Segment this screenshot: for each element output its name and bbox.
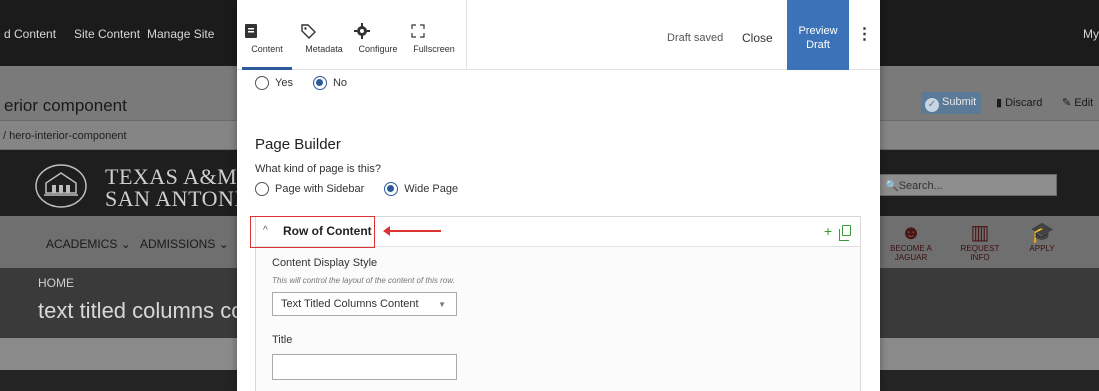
chevron-up-icon: ^ bbox=[263, 225, 268, 236]
row-of-content-toggle[interactable]: ^ Row of Content bbox=[250, 216, 375, 248]
quick-link-apply[interactable]: 🎓 APPLY bbox=[1022, 222, 1062, 253]
tab-metadata[interactable]: Metadata bbox=[299, 0, 349, 70]
tab-content[interactable]: Content bbox=[242, 0, 292, 70]
preview-label-line1: Preview bbox=[798, 25, 838, 37]
content-display-style-label: Content Display Style bbox=[272, 257, 378, 269]
books-icon: ▥ bbox=[970, 222, 990, 244]
submit-button[interactable]: ✓ Submit bbox=[921, 92, 981, 114]
quick-link-label: BECOME A JAGUAR bbox=[890, 244, 932, 262]
page-builder-heading: Page Builder bbox=[255, 136, 341, 153]
chevron-down-icon: ⌄ bbox=[218, 237, 229, 251]
title-label: Title bbox=[272, 334, 293, 346]
fullscreen-icon bbox=[411, 24, 425, 38]
copy-icon[interactable] bbox=[839, 225, 851, 241]
preview-draft-button[interactable]: Preview Draft bbox=[787, 0, 849, 70]
editor-toolbar: Content Metadata Configure Fullscreen Dr… bbox=[237, 0, 880, 70]
trash-icon: ▮ bbox=[996, 97, 1006, 109]
chevron-down-icon: ⌄ bbox=[120, 237, 131, 251]
university-logo-icon bbox=[35, 164, 87, 208]
jaguar-icon: ☻ bbox=[900, 222, 922, 244]
content-display-style-value: Text Titled Columns Content bbox=[281, 298, 419, 310]
menu-academics[interactable]: ACADEMICS ⌄ bbox=[46, 237, 131, 251]
search-icon: 🔍 bbox=[885, 180, 899, 192]
radio-yes-label: Yes bbox=[275, 77, 293, 89]
editor-content: Yes No Page Builder What kind of page is… bbox=[237, 70, 880, 391]
more-options-icon[interactable]: ⋮ bbox=[849, 0, 880, 70]
radio-yes[interactable] bbox=[255, 76, 269, 90]
graduation-cap-icon: 🎓 bbox=[1029, 222, 1055, 244]
radio-page-with-sidebar-label: Page with Sidebar bbox=[275, 183, 365, 195]
edit-label: Edit bbox=[1074, 97, 1094, 109]
page-title: erior component bbox=[4, 96, 127, 115]
row-of-content-section: + ^ Row of Content Content Display Style… bbox=[250, 216, 861, 391]
menu-admissions-label: ADMISSIONS bbox=[140, 237, 216, 251]
quick-link-become-a-jaguar[interactable]: ☻ BECOME A JAGUAR bbox=[880, 222, 942, 262]
yes-no-radio-group: Yes No bbox=[255, 76, 347, 90]
annotation-arrow bbox=[383, 226, 441, 236]
page-kind-radio-group: Page with Sidebar Wide Page bbox=[255, 182, 458, 196]
draft-status: Draft saved bbox=[667, 32, 724, 44]
nav-my[interactable]: My bbox=[1083, 27, 1099, 41]
tab-fullscreen-label: Fullscreen bbox=[413, 44, 455, 54]
search-placeholder: Search... bbox=[898, 180, 943, 192]
chevron-down-icon: ▼ bbox=[438, 300, 446, 309]
content-display-style-help: This will control the layout of the cont… bbox=[272, 276, 455, 285]
row-of-content-label: Row of Content bbox=[283, 224, 372, 238]
site-search-input[interactable]: 🔍Search... bbox=[878, 174, 1057, 196]
tab-metadata-label: Metadata bbox=[305, 44, 343, 54]
page-kind-question: What kind of page is this? bbox=[255, 163, 381, 175]
tab-configure-label: Configure bbox=[358, 44, 398, 54]
quick-link-label: REQUEST INFO bbox=[960, 244, 1000, 262]
hero-breadcrumb-home[interactable]: HOME bbox=[38, 276, 74, 290]
quick-link-label: APPLY bbox=[1029, 244, 1055, 253]
nav-content[interactable]: d Content bbox=[4, 27, 56, 41]
quick-link-request-info[interactable]: ▥ REQUEST INFO bbox=[955, 222, 1005, 262]
title-input[interactable] bbox=[272, 354, 457, 380]
tag-icon bbox=[301, 24, 316, 39]
tab-fullscreen[interactable]: Fullscreen bbox=[409, 0, 459, 70]
edit-button[interactable]: ✎ Edit bbox=[1062, 96, 1093, 109]
menu-academics-label: ACADEMICS bbox=[46, 237, 118, 251]
radio-page-with-sidebar[interactable] bbox=[255, 182, 269, 196]
check-icon: ✓ bbox=[925, 98, 939, 112]
submit-label: Submit bbox=[942, 96, 977, 108]
content-display-style-select[interactable]: Text Titled Columns Content ▼ bbox=[272, 292, 457, 316]
nav-site-content[interactable]: Site Content bbox=[74, 27, 140, 41]
tab-content-label: Content bbox=[251, 44, 283, 54]
add-icon[interactable]: + bbox=[824, 223, 832, 239]
editor-panel: Content Metadata Configure Fullscreen Dr… bbox=[237, 0, 880, 391]
discard-label: Discard bbox=[1005, 97, 1043, 109]
menu-admissions[interactable]: ADMISSIONS ⌄ bbox=[140, 237, 229, 251]
radio-no-label: No bbox=[332, 77, 348, 89]
breadcrumb[interactable]: / hero-interior-component bbox=[3, 130, 127, 142]
content-icon bbox=[245, 24, 257, 38]
close-button[interactable]: Close bbox=[742, 31, 773, 45]
preview-label-line2: Draft bbox=[806, 39, 830, 51]
discard-button[interactable]: ▮ Discard bbox=[996, 96, 1042, 109]
gear-icon bbox=[354, 23, 370, 39]
hero-title: text titled columns co bbox=[38, 298, 244, 323]
toolbar-divider bbox=[466, 0, 467, 70]
tab-configure[interactable]: Configure bbox=[353, 0, 403, 70]
pencil-icon: ✎ bbox=[1062, 97, 1075, 109]
radio-no[interactable] bbox=[312, 76, 327, 90]
radio-wide-page-label: Wide Page bbox=[404, 183, 459, 195]
radio-wide-page[interactable] bbox=[384, 182, 399, 196]
nav-manage-site[interactable]: Manage Site bbox=[147, 27, 214, 41]
